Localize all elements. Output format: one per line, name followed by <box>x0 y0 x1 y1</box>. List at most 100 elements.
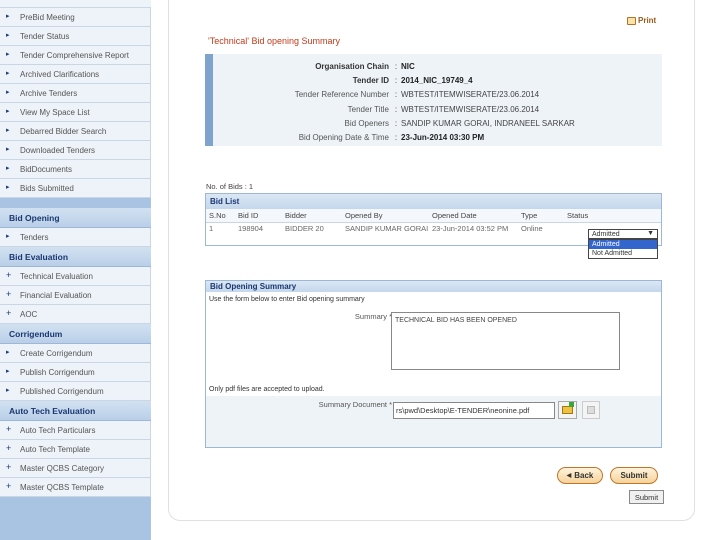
arrow-icon: ▸ <box>6 32 10 39</box>
detail-label: Tender Title <box>347 104 389 114</box>
sidebar-item-master-qcbs-template[interactable]: + Master QCBS Template <box>0 478 151 497</box>
back-button[interactable]: ◀ Back <box>557 467 603 484</box>
arrow-icon: ▸ <box>6 51 10 58</box>
sidebar-item-bid-documents[interactable]: ▸ BidDocuments <box>0 160 151 179</box>
arrow-icon: ▸ <box>6 387 10 394</box>
sidebar-item-master-qcbs-category[interactable]: + Master QCBS Category <box>0 459 151 478</box>
status-option-not-admitted[interactable]: Not Admitted <box>589 249 657 258</box>
sidebar-item-archived-clarifications[interactable]: ▸ Archived Clarifications <box>0 65 151 84</box>
arrow-icon: ▸ <box>6 146 10 153</box>
panel-accent-bar <box>205 54 213 146</box>
sidebar-item-tender-comprehensive-report[interactable]: ▸ Tender Comprehensive Report <box>0 46 151 65</box>
sidebar-item-label: Master QCBS Category <box>20 463 105 473</box>
print-label: Print <box>638 16 657 25</box>
summary-instruction: Use the form below to enter Bid opening … <box>209 296 365 303</box>
arrow-icon: ▸ <box>6 70 10 77</box>
detail-value: WBTEST/ITEMWISERATE/23.06.2014 <box>401 104 540 114</box>
arrow-icon: ▸ <box>6 165 10 172</box>
print-link[interactable]: Print <box>627 16 656 25</box>
sidebar-item-archive-tenders[interactable]: ▸ Archive Tenders <box>0 84 151 103</box>
sidebar-item-label: Published Corrigendum <box>20 386 104 396</box>
status-selected-value: Admitted <box>592 230 620 238</box>
sidebar-item-tender-status[interactable]: ▸ Tender Status <box>0 27 151 46</box>
sidebar-section-corrigendum[interactable]: Corrigendum <box>0 324 151 344</box>
pdf-note: Only pdf files are accepted to upload. <box>209 386 325 393</box>
plus-icon: + <box>6 481 12 491</box>
summary-form: Use the form below to enter Bid opening … <box>206 292 661 433</box>
arrow-icon: ▸ <box>6 349 10 356</box>
column-header: Type <box>521 211 538 220</box>
sidebar-item-view-my-space-list[interactable]: ▸ View My Space List <box>0 103 151 122</box>
arrow-icon: ▸ <box>6 184 10 191</box>
summary-textarea[interactable]: TECHNICAL BID HAS BEEN OPENED <box>391 312 620 370</box>
cell-bid-id: 198904 <box>238 224 264 233</box>
detail-value: NIC <box>401 61 415 71</box>
sidebar-item-label: Publish Corrigendum <box>20 367 95 377</box>
page-title: 'Technical' Bid opening Summary <box>208 36 341 46</box>
remove-icon <box>587 406 595 414</box>
secondary-submit-button[interactable]: Submit <box>629 490 664 504</box>
sidebar-item-auto-tech-template[interactable]: + Auto Tech Template <box>0 440 151 459</box>
plus-icon: + <box>6 270 12 280</box>
sidebar-item-tenders[interactable]: ▸ Tenders <box>0 228 151 247</box>
cell-opened-date: 23-Jun-2014 03:52 PM <box>432 224 509 233</box>
status-dropdown-list: Admitted Not Admitted <box>588 239 658 259</box>
table-header-row: S.No Bid ID Bidder Opened By Opened Date… <box>206 209 661 223</box>
sidebar-section-bid-evaluation[interactable]: Bid Evaluation <box>0 247 151 267</box>
submit-button[interactable]: Submit <box>610 467 658 484</box>
sidebar-item-label: Archive Tenders <box>20 88 78 98</box>
sidebar-item-label: Financial Evaluation <box>20 290 92 300</box>
column-header: Opened Date <box>432 211 477 220</box>
sidebar-item-create-corrigendum[interactable]: ▸ Create Corrigendum <box>0 344 151 363</box>
tender-details-table: Organisation Chain: NIC Tender ID:2014_NI… <box>219 59 575 145</box>
sidebar-item-label: Create Corrigendum <box>20 348 93 358</box>
sidebar-item-technical-evaluation[interactable]: + Technical Evaluation <box>0 267 151 286</box>
plus-icon: + <box>6 443 12 453</box>
sidebar-item-aoc[interactable]: + AOC <box>0 305 151 324</box>
upload-button[interactable] <box>558 401 577 419</box>
back-label: Back <box>574 471 594 480</box>
sidebar-item-published-corrigendum[interactable]: ▸ Published Corrigendum <box>0 382 151 401</box>
sidebar-item-label: Debarred Bidder Search <box>20 126 107 136</box>
sidebar-item-label: BidDocuments <box>20 164 73 174</box>
sidebar: ▸ PreBid Meeting ▸ Tender Status ▸ Tender C… <box>0 0 151 540</box>
remove-button[interactable] <box>582 401 600 419</box>
sidebar-item-label: Downloaded Tenders <box>20 145 96 155</box>
sidebar-item-downloaded-tenders[interactable]: ▸ Downloaded Tenders <box>0 141 151 160</box>
detail-label: Tender Reference Number <box>294 90 389 100</box>
arrow-icon: ▸ <box>6 108 10 115</box>
detail-label: Bid Openers <box>344 118 389 128</box>
status-select[interactable]: Admitted ▼ <box>588 229 658 239</box>
cell-type: Online <box>521 224 543 233</box>
bid-count: No. of Bids : 1 <box>206 182 254 191</box>
plus-icon: + <box>6 289 12 299</box>
detail-label: Bid Opening Date & Time <box>298 133 389 143</box>
summary-document-input[interactable]: rs\pwd\Desktop\E-TENDER\neonine.pdf <box>393 402 555 419</box>
bid-opening-summary-panel: Bid Opening Summary Use the form below t… <box>205 280 662 448</box>
sidebar-item-financial-evaluation[interactable]: + Financial Evaluation <box>0 286 151 305</box>
column-header: Bid ID <box>238 211 259 220</box>
dropdown-arrow-icon: ▼ <box>647 230 654 237</box>
sidebar-item-label: PreBid Meeting <box>20 12 75 22</box>
submit-label: Submit <box>620 471 648 480</box>
sidebar-item-bids-submitted[interactable]: ▸ Bids Submitted <box>0 179 151 198</box>
sidebar-item-prebid-meeting[interactable]: ▸ PreBid Meeting <box>0 8 151 27</box>
arrow-icon: ▸ <box>6 127 10 134</box>
sidebar-section-bid-opening[interactable]: Bid Opening <box>0 208 151 228</box>
sidebar-spacer <box>0 198 151 208</box>
sidebar-item-label: Archived Clarifications <box>20 69 100 79</box>
column-header: S.No <box>209 211 226 220</box>
sidebar-item-auto-tech-particulars[interactable]: + Auto Tech Particulars <box>0 421 151 440</box>
detail-value: WBTEST/ITEMWISERATE/23.06.2014 <box>401 90 540 100</box>
sidebar-item-debarred-bidder-search[interactable]: ▸ Debarred Bidder Search <box>0 122 151 141</box>
detail-value: SANDIP KUMAR GORAI, INDRANEEL SARKAR <box>401 118 575 128</box>
detail-value: 2014_NIC_19749_4 <box>401 75 473 85</box>
sidebar-section-auto-tech-evaluation[interactable]: Auto Tech Evaluation <box>0 401 151 421</box>
sidebar-item-label: Tender Comprehensive Report <box>20 50 129 60</box>
status-option-admitted[interactable]: Admitted <box>589 240 657 249</box>
upload-icon <box>562 402 574 414</box>
sidebar-item-label: Tenders <box>20 232 49 242</box>
sidebar-item-publish-corrigendum[interactable]: ▸ Publish Corrigendum <box>0 363 151 382</box>
cell-bidder: BIDDER 20 <box>285 224 324 233</box>
sidebar-item-label: Auto Tech Template <box>20 444 90 454</box>
